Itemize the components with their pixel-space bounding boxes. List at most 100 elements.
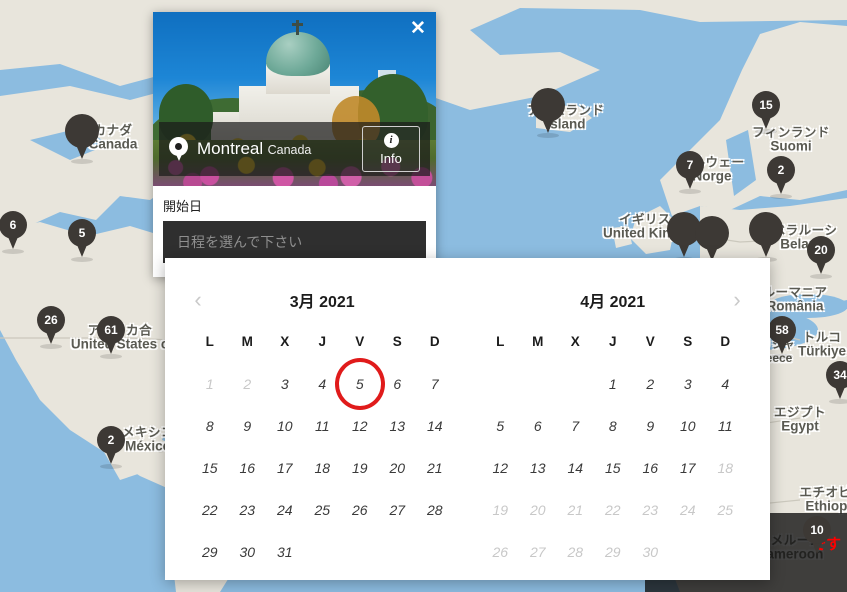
calendar-day-cell[interactable]: 27 [379, 489, 417, 531]
map-pin[interactable]: 10 [803, 516, 831, 555]
pin-count: 58 [775, 323, 789, 337]
calendar-day-cell[interactable]: 9 [632, 405, 670, 447]
day-number: 28 [426, 502, 443, 518]
calendar-day-cell: 21 [557, 489, 595, 531]
calendar-day-cell[interactable]: 1 [594, 363, 632, 405]
calendar-day-cell[interactable]: 12 [482, 447, 520, 489]
calendar-week-row: 5 6 7 8 9 10 11 [482, 405, 745, 447]
calendar-day-cell: 24 [669, 489, 707, 531]
destination-photo: ✕ Montreal Canada i Info [153, 12, 436, 186]
pin-shadow [810, 274, 832, 279]
calendar-day-cell[interactable]: 6 [379, 363, 417, 405]
calendar-empty-cell [416, 531, 454, 573]
calendar-day-cell[interactable]: 17 [266, 447, 304, 489]
map-pin[interactable] [531, 88, 565, 138]
map-pin[interactable]: 7 [676, 151, 704, 194]
day-number: 7 [430, 376, 439, 392]
day-number: 26 [351, 502, 368, 518]
day-number: 12 [492, 460, 509, 476]
calendar-day-cell[interactable]: 24 [266, 489, 304, 531]
pin-shadow [755, 129, 777, 134]
calendar-day-cell[interactable]: 5 [334, 358, 385, 410]
map-pin[interactable] [749, 212, 783, 262]
pin-shadow [100, 464, 122, 469]
map-pin[interactable]: 15 [752, 91, 780, 134]
map-pin[interactable]: 6 [0, 211, 27, 254]
day-number: 20 [389, 460, 406, 476]
pin-count: 15 [759, 98, 773, 112]
day-number: 24 [276, 502, 293, 518]
calendar-day-cell[interactable]: 16 [632, 447, 670, 489]
calendar-day-cell[interactable]: 7 [416, 363, 454, 405]
calendar-day-cell[interactable]: 22 [191, 489, 229, 531]
calendar-day-cell[interactable]: 8 [191, 405, 229, 447]
map-pin[interactable]: 61 [97, 316, 125, 359]
calendar-day-cell[interactable]: 3 [669, 363, 707, 405]
map-pin[interactable]: 34 [826, 361, 847, 404]
calendar-day-cell[interactable]: 21 [416, 447, 454, 489]
calendar-day-cell[interactable]: 2 [632, 363, 670, 405]
map-pin[interactable]: 2 [97, 426, 125, 469]
map-pin[interactable]: 20 [807, 236, 835, 279]
calendar-day-cell[interactable]: 9 [229, 405, 267, 447]
calendar-day-cell[interactable]: 28 [416, 489, 454, 531]
chevron-right-icon[interactable]: › [724, 287, 750, 313]
calendar-day-cell[interactable]: 26 [341, 489, 379, 531]
day-number: 15 [201, 460, 218, 476]
calendar-day-cell: 30 [632, 531, 670, 573]
calendar-day-cell[interactable]: 20 [379, 447, 417, 489]
calendar-day-cell[interactable]: 19 [341, 447, 379, 489]
calendar-day-cell[interactable]: 23 [229, 489, 267, 531]
calendar-body: 1 2 3 4 5 6 7 8 9 10 11 12 13 14 15 16 17 18 19 20 21 22 23 24 2… [191, 358, 454, 573]
start-date-label: 開始日 [163, 199, 203, 214]
calendar-day-cell[interactable]: 6 [519, 405, 557, 447]
close-icon[interactable]: ✕ [406, 16, 430, 40]
calendar-day-cell[interactable]: 5 [482, 405, 520, 447]
map-pin[interactable] [695, 216, 729, 266]
calendar-empty-cell [669, 531, 707, 573]
calendar-day-cell[interactable]: 18 [304, 447, 342, 489]
day-number: 14 [567, 460, 584, 476]
calendar-day-cell[interactable]: 12 [341, 405, 379, 447]
weekday-header: S [392, 334, 402, 349]
calendar-day-cell[interactable]: 11 [707, 405, 745, 447]
calendar-day-cell[interactable]: 16 [229, 447, 267, 489]
calendar-day-cell[interactable]: 25 [304, 489, 342, 531]
calendar-day-cell[interactable]: 11 [304, 405, 342, 447]
map-pin[interactable]: 5 [68, 219, 96, 262]
calendar-day-cell[interactable]: 17 [669, 447, 707, 489]
day-number: 2 [243, 376, 252, 392]
day-number: 9 [646, 418, 655, 434]
calendar-day-cell[interactable]: 29 [191, 531, 229, 573]
calendar-empty-cell [341, 531, 379, 573]
calendar-day-cell: 2 [229, 363, 267, 405]
calendar-day-cell[interactable]: 10 [669, 405, 707, 447]
calendar-day-cell[interactable]: 15 [191, 447, 229, 489]
calendar-day-cell[interactable]: 13 [519, 447, 557, 489]
calendar-day-cell[interactable]: 10 [266, 405, 304, 447]
map-pin[interactable]: 58 [768, 316, 796, 359]
calendar-day-cell[interactable]: 4 [304, 363, 342, 405]
day-number: 3 [683, 376, 692, 392]
calendar-day-cell[interactable]: 8 [594, 405, 632, 447]
calendar-day-cell[interactable]: 31 [266, 531, 304, 573]
calendar-day-cell[interactable]: 15 [594, 447, 632, 489]
calendar-day-cell[interactable]: 3 [266, 363, 304, 405]
calendar-day-cell[interactable]: 13 [379, 405, 417, 447]
day-number: 7 [571, 418, 580, 434]
calendar-week-row: 1 2 3 4 5 6 7 [191, 358, 454, 410]
calendar-day-cell[interactable]: 30 [229, 531, 267, 573]
day-number: 2 [646, 376, 655, 392]
info-button[interactable]: i Info [362, 126, 420, 172]
calendar-day-cell[interactable]: 7 [557, 405, 595, 447]
calendar-day-cell[interactable]: 14 [557, 447, 595, 489]
day-number: 31 [276, 544, 293, 560]
calendar-day-cell[interactable]: 4 [707, 363, 745, 405]
start-date-input[interactable] [163, 221, 426, 263]
map-pin[interactable] [65, 114, 99, 164]
chevron-left-icon[interactable]: ‹ [185, 287, 211, 313]
day-number: 11 [314, 418, 330, 434]
map-pin[interactable]: 2 [767, 156, 795, 199]
calendar-day-cell[interactable]: 14 [416, 405, 454, 447]
map-pin[interactable]: 26 [37, 306, 65, 349]
